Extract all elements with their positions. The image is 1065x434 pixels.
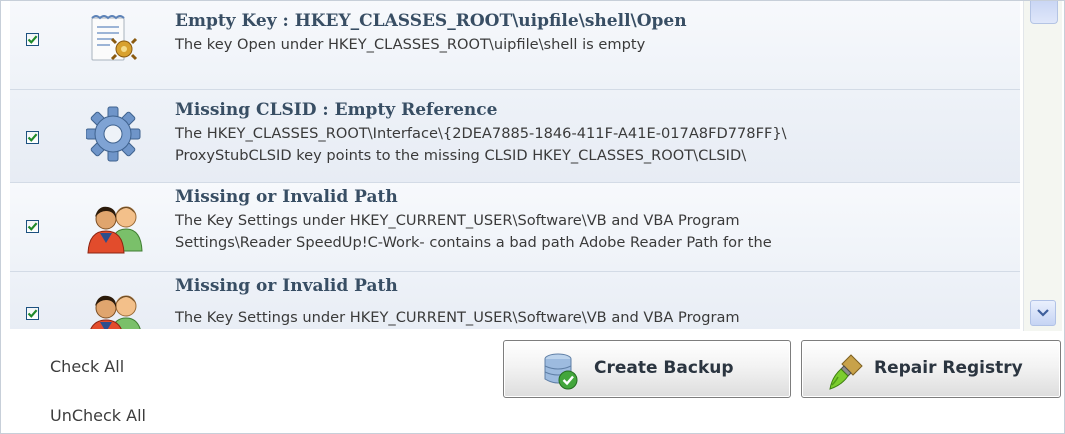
list-item[interactable]: Missing or Invalid Path The Key Settings… (10, 272, 1020, 329)
users-icon (86, 199, 146, 259)
item-description-line: The Key Settings under HKEY_CURRENT_USER… (175, 212, 740, 229)
list-item[interactable]: Missing CLSID : Empty Reference The HKEY… (10, 90, 1020, 183)
item-checkbox[interactable] (26, 131, 39, 144)
item-title: Missing CLSID : Empty Reference (175, 100, 498, 120)
item-description-line: ProxyStubCLSID key points to the missing… (175, 147, 747, 164)
list-item[interactable]: Missing or Invalid Path The Key Settings… (10, 183, 1020, 272)
database-check-icon (540, 351, 580, 395)
paintbrush-icon (824, 351, 866, 397)
check-all-link[interactable]: Check All (50, 357, 124, 376)
list-item[interactable]: Empty Key : HKEY_CLASSES_ROOT\uipfile\sh… (10, 1, 1020, 90)
results-list: Empty Key : HKEY_CLASSES_ROOT\uipfile\sh… (10, 1, 1020, 329)
registry-results-panel: Empty Key : HKEY_CLASSES_ROOT\uipfile\sh… (0, 0, 1065, 434)
item-title: Missing or Invalid Path (175, 276, 398, 296)
uncheck-all-link[interactable]: UnCheck All (50, 406, 146, 425)
item-description-line: The key Open under HKEY_CLASSES_ROOT\uip… (175, 36, 646, 53)
registry-key-document-icon (86, 13, 142, 73)
create-backup-label: Create Backup (594, 358, 734, 378)
item-checkbox[interactable] (26, 307, 39, 320)
item-title: Empty Key : HKEY_CLASSES_ROOT\uipfile\sh… (175, 11, 687, 31)
item-title: Missing or Invalid Path (175, 187, 398, 207)
gear-icon (85, 104, 142, 168)
item-checkbox[interactable] (26, 33, 39, 46)
vertical-scrollbar[interactable] (1023, 1, 1062, 331)
item-description-line: The HKEY_CLASSES_ROOT\Interface\{2DEA788… (175, 125, 787, 142)
repair-registry-label: Repair Registry (874, 358, 1023, 378)
item-description-line: The Key Settings under HKEY_CURRENT_USER… (175, 309, 740, 326)
repair-registry-button[interactable]: Repair Registry (801, 340, 1061, 398)
scrollbar-thumb[interactable] (1030, 1, 1058, 24)
scroll-down-button[interactable] (1030, 300, 1056, 326)
users-icon (86, 288, 146, 329)
item-checkbox[interactable] (26, 220, 39, 233)
chevron-down-icon (1037, 309, 1049, 317)
create-backup-button[interactable]: Create Backup (503, 340, 791, 398)
item-description-line: Settings\Reader SpeedUp!C-Work- contains… (175, 234, 772, 251)
